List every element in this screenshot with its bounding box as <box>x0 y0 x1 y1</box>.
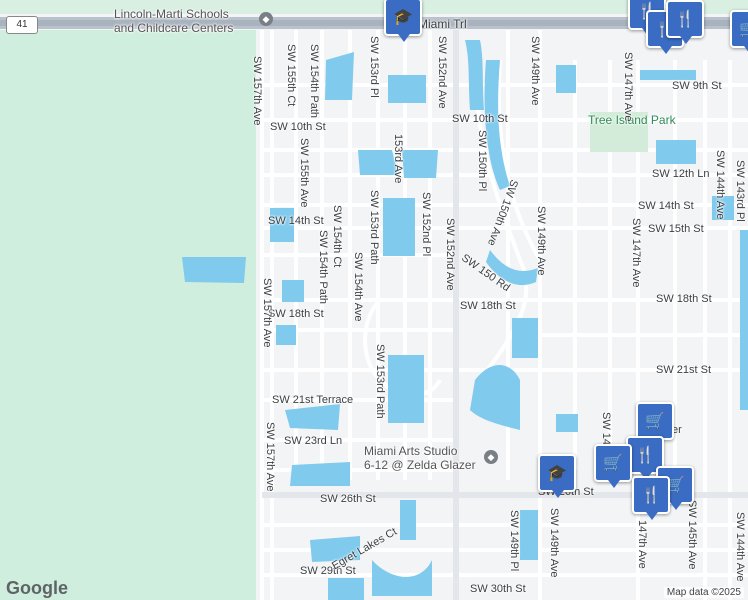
poi-dot-icon[interactable]: ◆ <box>484 450 498 464</box>
tree-island-park-area <box>590 112 648 152</box>
school-pin-icon[interactable]: 🎓 <box>384 0 422 42</box>
sw-152nd-ave-road <box>453 30 459 600</box>
lakes <box>182 40 748 600</box>
map-canvas[interactable]: 41 Miami Trl SW 8 Lincoln-Marti Schools … <box>0 0 748 600</box>
shopping-pin-icon[interactable]: 🛒 <box>594 444 632 488</box>
highway-shield-badge: 41 <box>6 16 38 34</box>
shopping-pin-icon[interactable]: 🛒 <box>636 402 674 446</box>
restaurant-pin-icon[interactable]: 🍴 <box>666 0 704 44</box>
restaurant-pin-icon[interactable]: 🍴 <box>632 476 670 520</box>
map-attribution[interactable]: Map data ©2025 <box>663 587 744 598</box>
school-pin-icon[interactable]: 🎓 <box>538 454 576 498</box>
green-area <box>0 30 256 600</box>
street-grid <box>260 30 748 600</box>
poi-dot-icon[interactable]: ◆ <box>259 12 273 26</box>
shopping-pin-icon[interactable]: 🛒 <box>730 10 748 54</box>
google-logo: Google <box>6 578 68 598</box>
